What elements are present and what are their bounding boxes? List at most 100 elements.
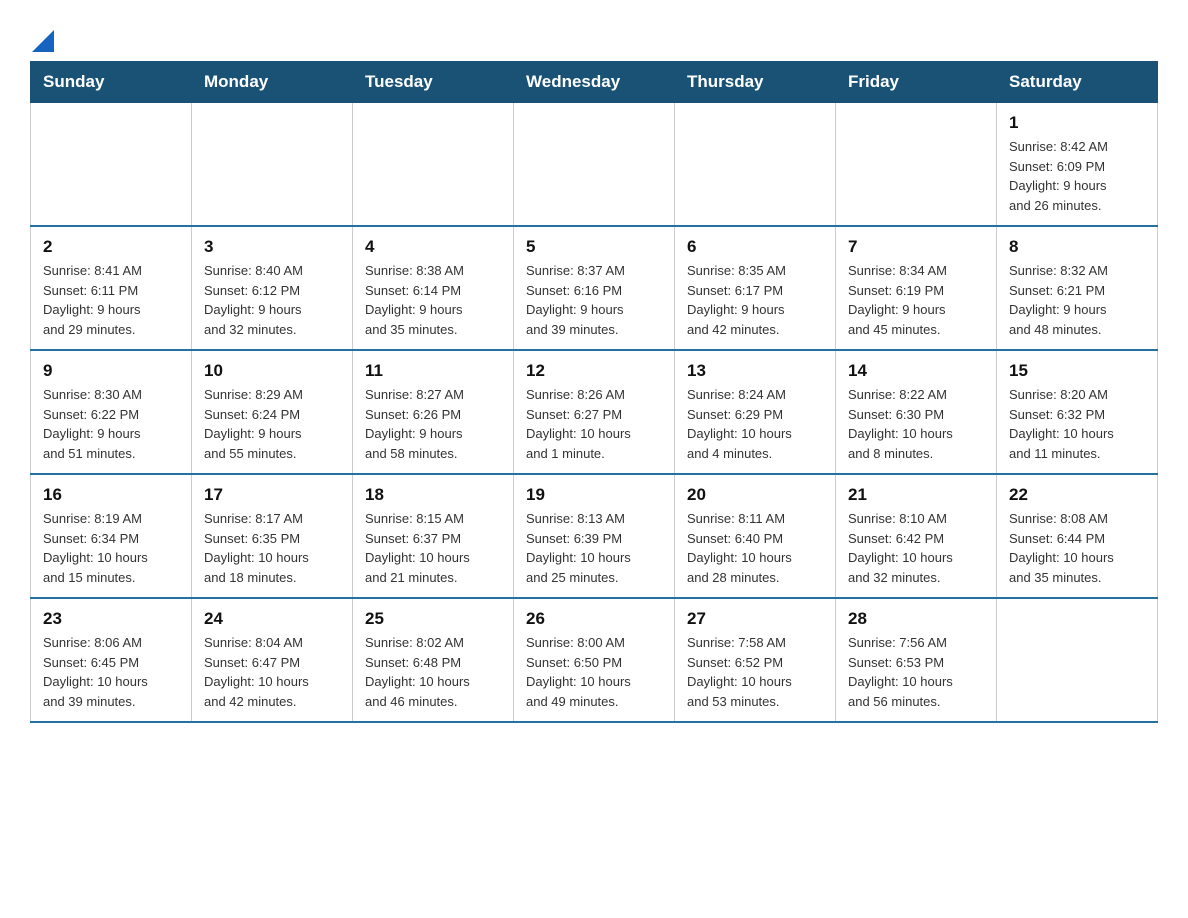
day-number: 23 [43,609,179,629]
calendar-day-cell: 24 Sunrise: 8:04 AMSunset: 6:47 PMDayligh… [192,598,353,722]
day-info: Sunrise: 8:32 AMSunset: 6:21 PMDaylight:… [1009,261,1145,339]
weekday-header-tuesday: Tuesday [353,62,514,103]
calendar-day-cell [836,103,997,227]
day-number: 6 [687,237,823,257]
calendar-day-cell: 17 Sunrise: 8:17 AMSunset: 6:35 PMDayligh… [192,474,353,598]
day-info: Sunrise: 8:13 AMSunset: 6:39 PMDaylight:… [526,509,662,587]
day-number: 25 [365,609,501,629]
day-info: Sunrise: 8:02 AMSunset: 6:48 PMDaylight:… [365,633,501,711]
day-number: 2 [43,237,179,257]
day-info: Sunrise: 8:40 AMSunset: 6:12 PMDaylight:… [204,261,340,339]
day-number: 20 [687,485,823,505]
day-number: 11 [365,361,501,381]
day-info: Sunrise: 8:15 AMSunset: 6:37 PMDaylight:… [365,509,501,587]
weekday-header-friday: Friday [836,62,997,103]
day-number: 26 [526,609,662,629]
calendar-day-cell: 3 Sunrise: 8:40 AMSunset: 6:12 PMDaylight… [192,226,353,350]
calendar-week-row: 16 Sunrise: 8:19 AMSunset: 6:34 PMDayligh… [31,474,1158,598]
calendar-day-cell [31,103,192,227]
calendar-day-cell: 21 Sunrise: 8:10 AMSunset: 6:42 PMDayligh… [836,474,997,598]
weekday-header-thursday: Thursday [675,62,836,103]
day-info: Sunrise: 8:22 AMSunset: 6:30 PMDaylight:… [848,385,984,463]
day-number: 24 [204,609,340,629]
calendar-day-cell [997,598,1158,722]
calendar-day-cell: 26 Sunrise: 8:00 AMSunset: 6:50 PMDayligh… [514,598,675,722]
calendar-day-cell: 14Sunrise: 8:22 AMSunset: 6:30 PMDayligh… [836,350,997,474]
day-info: Sunrise: 8:34 AMSunset: 6:19 PMDaylight:… [848,261,984,339]
calendar-body: 1 Sunrise: 8:42 AMSunset: 6:09 PMDaylight… [31,103,1158,723]
calendar-day-cell: 19 Sunrise: 8:13 AMSunset: 6:39 PMDayligh… [514,474,675,598]
calendar-day-cell: 27 Sunrise: 7:58 AMSunset: 6:52 PMDayligh… [675,598,836,722]
calendar-week-row: 2 Sunrise: 8:41 AMSunset: 6:11 PMDaylight… [31,226,1158,350]
calendar-day-cell: 11 Sunrise: 8:27 AMSunset: 6:26 PMDayligh… [353,350,514,474]
day-info: Sunrise: 8:00 AMSunset: 6:50 PMDaylight:… [526,633,662,711]
logo [30,30,54,51]
day-info: Sunrise: 8:30 AMSunset: 6:22 PMDaylight:… [43,385,179,463]
day-info: Sunrise: 8:11 AMSunset: 6:40 PMDaylight:… [687,509,823,587]
calendar-day-cell: 16 Sunrise: 8:19 AMSunset: 6:34 PMDayligh… [31,474,192,598]
day-number: 5 [526,237,662,257]
calendar-week-row: 1 Sunrise: 8:42 AMSunset: 6:09 PMDaylight… [31,103,1158,227]
day-number: 8 [1009,237,1145,257]
calendar-table: SundayMondayTuesdayWednesdayThursdayFrid… [30,61,1158,723]
day-number: 19 [526,485,662,505]
calendar-day-cell: 6 Sunrise: 8:35 AMSunset: 6:17 PMDaylight… [675,226,836,350]
day-info: Sunrise: 8:10 AMSunset: 6:42 PMDaylight:… [848,509,984,587]
day-info: Sunrise: 8:38 AMSunset: 6:14 PMDaylight:… [365,261,501,339]
day-info: Sunrise: 7:58 AMSunset: 6:52 PMDaylight:… [687,633,823,711]
day-number: 13 [687,361,823,381]
day-number: 16 [43,485,179,505]
calendar-day-cell: 9 Sunrise: 8:30 AMSunset: 6:22 PMDaylight… [31,350,192,474]
day-info: Sunrise: 8:27 AMSunset: 6:26 PMDaylight:… [365,385,501,463]
calendar-day-cell: 10Sunrise: 8:29 AMSunset: 6:24 PMDayligh… [192,350,353,474]
weekday-header-monday: Monday [192,62,353,103]
page-header [30,20,1158,51]
day-number: 7 [848,237,984,257]
weekday-header-wednesday: Wednesday [514,62,675,103]
calendar-week-row: 9 Sunrise: 8:30 AMSunset: 6:22 PMDaylight… [31,350,1158,474]
weekday-header-row: SundayMondayTuesdayWednesdayThursdayFrid… [31,62,1158,103]
calendar-day-cell: 23 Sunrise: 8:06 AMSunset: 6:45 PMDayligh… [31,598,192,722]
day-number: 28 [848,609,984,629]
weekday-header-saturday: Saturday [997,62,1158,103]
calendar-week-row: 23 Sunrise: 8:06 AMSunset: 6:45 PMDayligh… [31,598,1158,722]
calendar-header: SundayMondayTuesdayWednesdayThursdayFrid… [31,62,1158,103]
day-info: Sunrise: 8:35 AMSunset: 6:17 PMDaylight:… [687,261,823,339]
day-info: Sunrise: 7:56 AMSunset: 6:53 PMDaylight:… [848,633,984,711]
day-number: 17 [204,485,340,505]
calendar-day-cell: 15 Sunrise: 8:20 AMSunset: 6:32 PMDayligh… [997,350,1158,474]
day-number: 1 [1009,113,1145,133]
day-number: 9 [43,361,179,381]
day-info: Sunrise: 8:04 AMSunset: 6:47 PMDaylight:… [204,633,340,711]
weekday-header-sunday: Sunday [31,62,192,103]
day-info: Sunrise: 8:37 AMSunset: 6:16 PMDaylight:… [526,261,662,339]
calendar-day-cell: 1 Sunrise: 8:42 AMSunset: 6:09 PMDaylight… [997,103,1158,227]
day-info: Sunrise: 8:19 AMSunset: 6:34 PMDaylight:… [43,509,179,587]
day-number: 4 [365,237,501,257]
day-number: 15 [1009,361,1145,381]
day-number: 21 [848,485,984,505]
day-info: Sunrise: 8:29 AMSunset: 6:24 PMDaylight:… [204,385,340,463]
calendar-day-cell: 7 Sunrise: 8:34 AMSunset: 6:19 PMDaylight… [836,226,997,350]
calendar-day-cell: 2 Sunrise: 8:41 AMSunset: 6:11 PMDaylight… [31,226,192,350]
calendar-day-cell: 5 Sunrise: 8:37 AMSunset: 6:16 PMDaylight… [514,226,675,350]
day-info: Sunrise: 8:26 AMSunset: 6:27 PMDaylight:… [526,385,662,463]
day-number: 3 [204,237,340,257]
logo-triangle-icon [32,30,54,52]
day-info: Sunrise: 8:42 AMSunset: 6:09 PMDaylight:… [1009,137,1145,215]
calendar-day-cell [675,103,836,227]
calendar-day-cell [353,103,514,227]
calendar-day-cell: 18Sunrise: 8:15 AMSunset: 6:37 PMDayligh… [353,474,514,598]
calendar-day-cell [514,103,675,227]
day-info: Sunrise: 8:20 AMSunset: 6:32 PMDaylight:… [1009,385,1145,463]
day-number: 27 [687,609,823,629]
calendar-day-cell: 12Sunrise: 8:26 AMSunset: 6:27 PMDayligh… [514,350,675,474]
day-info: Sunrise: 8:41 AMSunset: 6:11 PMDaylight:… [43,261,179,339]
day-info: Sunrise: 8:17 AMSunset: 6:35 PMDaylight:… [204,509,340,587]
calendar-day-cell: 4 Sunrise: 8:38 AMSunset: 6:14 PMDaylight… [353,226,514,350]
calendar-day-cell: 22Sunrise: 8:08 AMSunset: 6:44 PMDayligh… [997,474,1158,598]
calendar-day-cell: 25 Sunrise: 8:02 AMSunset: 6:48 PMDayligh… [353,598,514,722]
calendar-day-cell: 13 Sunrise: 8:24 AMSunset: 6:29 PMDayligh… [675,350,836,474]
day-info: Sunrise: 8:06 AMSunset: 6:45 PMDaylight:… [43,633,179,711]
day-info: Sunrise: 8:24 AMSunset: 6:29 PMDaylight:… [687,385,823,463]
